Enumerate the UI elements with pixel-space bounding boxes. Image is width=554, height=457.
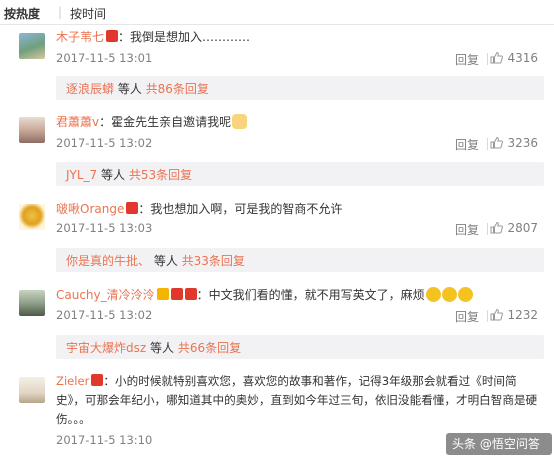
like-button[interactable]: 3236 xyxy=(490,136,538,150)
reply-summary[interactable]: 宇宙大爆炸dsz 等人 共66条回复 xyxy=(56,335,544,359)
vip-badge-icon xyxy=(184,288,197,300)
reply-button[interactable]: 回复 xyxy=(455,308,479,325)
vip-badge-icon xyxy=(126,202,139,214)
cat-emoji-icon xyxy=(232,114,248,129)
avatar[interactable] xyxy=(19,33,45,59)
reply-summary-mid: 等人 xyxy=(150,254,182,268)
comment-text-line-3: 伤。。。 xyxy=(56,412,91,426)
laugh-emoji-icon xyxy=(441,287,457,302)
comment-body: Cauchy_清冷泠泠 ：中文我们看的懂，就不用写英文了，麻烦 xyxy=(56,286,544,305)
comment-time: 2017-11-5 13:03 xyxy=(56,221,153,235)
laugh-emoji-icon xyxy=(457,287,473,302)
like-count: 3236 xyxy=(507,136,538,150)
action-divider xyxy=(487,310,488,322)
avatar[interactable] xyxy=(19,117,45,143)
tab-sort-by-hot[interactable]: 按热度 xyxy=(4,5,40,22)
reply-summary-user[interactable]: JYL_7 xyxy=(66,168,97,182)
comment-text: 霍金先生亲自邀请我呢 xyxy=(111,115,232,129)
tab-sort-by-time[interactable]: 按时间 xyxy=(70,5,106,22)
comment-username[interactable]: Cauchy_清冷泠泠 xyxy=(56,288,155,302)
action-divider xyxy=(487,138,488,150)
comment-text: 我倒是想加入………… xyxy=(130,30,251,44)
reply-summary-count[interactable]: 共66条回复 xyxy=(178,341,241,355)
comment-text: 中文我们看的懂，就不用写英文了，麻烦 xyxy=(208,288,425,302)
tab-separator: | xyxy=(58,5,63,19)
reply-button[interactable]: 回复 xyxy=(455,136,479,153)
comment-body: 木子苇七 ：我倒是想加入………… xyxy=(56,30,251,44)
comment-username[interactable]: 啵啾Orange xyxy=(56,202,124,216)
reply-button[interactable]: 回复 xyxy=(455,51,479,68)
reply-summary-count[interactable]: 共86条回复 xyxy=(146,82,209,96)
comment-time: 2017-11-5 13:02 xyxy=(56,308,153,322)
comment-username[interactable]: 木子苇七 xyxy=(56,30,104,44)
thumbs-up-icon xyxy=(490,136,504,149)
comment-body: Zieler ：小的时候就特别喜欢您，喜欢您的故事和著作，记得3年级那会就看过《时… xyxy=(56,374,517,388)
like-count: 4316 xyxy=(507,51,538,65)
like-button[interactable]: 1232 xyxy=(490,308,538,322)
reply-summary[interactable]: 你是真的牛批、 等人 共33条回复 xyxy=(56,248,544,272)
comment-text: 我也想加入啊，可是我的智商不允许 xyxy=(150,202,343,216)
reply-summary-count[interactable]: 共33条回复 xyxy=(182,254,245,268)
vip-badge-icon xyxy=(91,374,104,386)
comment-username[interactable]: 君蕭蕭v xyxy=(56,115,99,129)
action-divider xyxy=(487,53,488,65)
verified-badge-icon xyxy=(156,288,169,300)
comment-body: 啵啾Orange ：我也想加入啊，可是我的智商不允许 xyxy=(56,202,343,216)
laugh-emoji-icon xyxy=(425,287,441,302)
avatar[interactable] xyxy=(19,377,45,403)
reply-summary-mid: 等人 xyxy=(146,341,178,355)
reply-summary-user[interactable]: 逐浪辰蟒 xyxy=(66,82,114,96)
thumbs-up-icon xyxy=(490,308,504,321)
reply-summary-user[interactable]: 宇宙大爆炸dsz xyxy=(66,341,146,355)
vip-badge-icon xyxy=(170,288,183,300)
reply-summary-user[interactable]: 你是真的牛批、 xyxy=(66,254,150,268)
thumbs-up-icon xyxy=(490,221,504,234)
reply-summary[interactable]: 逐浪辰蟒 等人 共86条回复 xyxy=(56,76,544,100)
comment-text-line-2: 史》，可那会年纪小，哪知道其中的奥妙，直到如今年过三旬，依旧没能看懂，才明白智商… xyxy=(56,393,538,407)
vip-badge-icon xyxy=(106,30,119,42)
reply-summary-mid: 等人 xyxy=(114,82,146,96)
comment-body: 君蕭蕭v：霍金先生亲自邀请我呢 xyxy=(56,113,544,132)
reply-summary-mid: 等人 xyxy=(97,168,129,182)
thumbs-up-icon xyxy=(490,51,504,64)
comment-text-line-1: 小的时候就特别喜欢您，喜欢您的故事和著作，记得3年级那会就看过《时间简 xyxy=(115,374,517,388)
comment-time: 2017-11-5 13:10 xyxy=(56,433,153,447)
comment-time: 2017-11-5 13:01 xyxy=(56,51,153,65)
reply-summary[interactable]: JYL_7 等人 共53条回复 xyxy=(56,162,544,186)
comment-username[interactable]: Zieler xyxy=(56,374,89,388)
like-count: 1232 xyxy=(507,308,538,322)
reply-summary-count[interactable]: 共53条回复 xyxy=(129,168,192,182)
sort-tabs: 按热度 | 按时间 xyxy=(0,0,554,25)
comment-time: 2017-11-5 13:02 xyxy=(56,136,153,150)
avatar[interactable] xyxy=(19,290,45,316)
like-button[interactable]: 4316 xyxy=(490,51,538,65)
avatar[interactable] xyxy=(19,204,45,230)
like-button[interactable]: 2807 xyxy=(490,221,538,235)
watermark: 头条 @悟空问答 xyxy=(446,433,552,455)
action-divider xyxy=(487,223,488,235)
reply-button[interactable]: 回复 xyxy=(455,221,479,238)
like-count: 2807 xyxy=(507,221,538,235)
